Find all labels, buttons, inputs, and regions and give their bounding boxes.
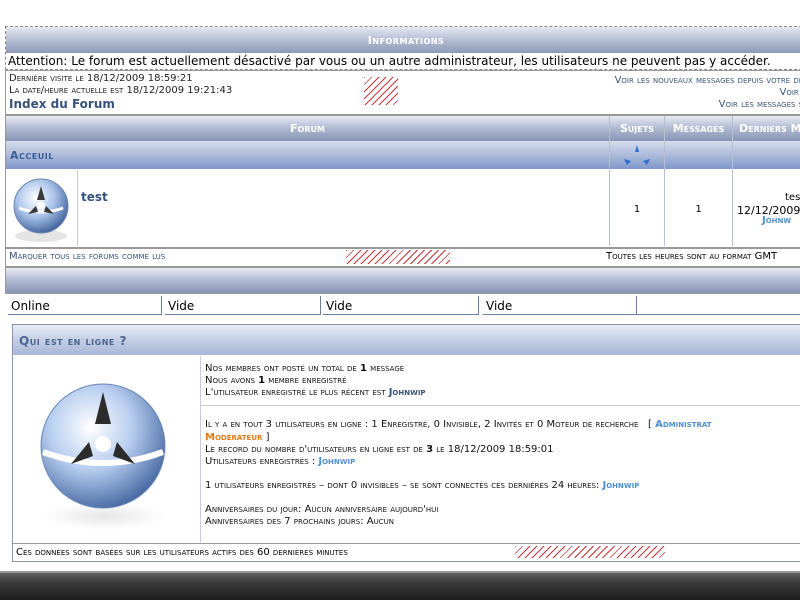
- last-post-title[interactable]: tes: [733, 192, 800, 203]
- last-post-column-header: Derniers M: [733, 116, 800, 141]
- total-posts-count: 1: [360, 363, 367, 374]
- tab-vide-3[interactable]: Vide: [483, 296, 637, 315]
- mark-read-row: Marquer tous les forums comme lus Toutes…: [5, 248, 800, 267]
- visit-info-row: Dernière visite le 18/12/2009 18:59:21 L…: [5, 70, 800, 115]
- newest-member-label: L'utilisateur enregistré le plus récent …: [205, 387, 386, 398]
- forum-column-header: Forum: [6, 116, 609, 141]
- registered-users-label: Utilisateurs enregistrés :: [205, 456, 316, 467]
- who-is-online-title: Qui est en ligne ?: [19, 334, 127, 348]
- last-visit-text: Dernière visite le 18/12/2009 18:59:21: [9, 73, 193, 84]
- decorative-hatch: [515, 546, 665, 558]
- legend-moderator[interactable]: Modérateur: [205, 432, 262, 443]
- category-row: Acceuil: [6, 141, 800, 169]
- record-count: 3: [426, 444, 434, 455]
- online-footer-text: Ces données sont basées sur les utilisat…: [16, 547, 348, 558]
- tab-spacer: [635, 296, 800, 315]
- forum-disabled-message: Attention: Le forum est actuellement dés…: [8, 54, 771, 68]
- column-divider: [664, 116, 665, 246]
- forum-status-cell: [6, 170, 78, 246]
- online-footer: Ces données sont basées sur les utilisat…: [13, 543, 800, 561]
- who-is-online-header: Qui est en ligne ?: [13, 325, 800, 355]
- birthdays-week: Anniversaires des 7 prochains jours: Auc…: [205, 516, 394, 527]
- users-online-line: Il y a en tout 3 utilisateurs en ligne :…: [205, 419, 712, 430]
- registered-user-link[interactable]: Johnwip: [318, 456, 355, 467]
- who-is-online-panel: Qui est en ligne ? Nos membres ont posté…: [12, 324, 800, 562]
- last-post-user[interactable]: Johnw: [762, 215, 791, 226]
- forum-status-icon: [13, 178, 69, 242]
- column-divider: [732, 116, 733, 246]
- new-posts-link[interactable]: Voir les nouveaux messages depuis votre …: [615, 75, 800, 86]
- taskbar-highlight: [0, 571, 800, 573]
- members-count: 1: [258, 375, 266, 386]
- forum-name-link[interactable]: test: [81, 190, 108, 204]
- tab-online[interactable]: Online: [8, 296, 162, 315]
- stats-header-bar: [5, 267, 800, 294]
- registered-users-line: Utilisateurs enregistrés : Johnwip: [205, 456, 355, 467]
- online-sphere-icon: [40, 383, 167, 530]
- information-panel: Informations Attention: Le forum est act…: [5, 26, 800, 70]
- record-label: Le record du nombre d'utilisateurs en li…: [205, 444, 423, 455]
- topics-column-header: Sujets: [610, 116, 664, 141]
- record-line: Le record du nombre d'utilisateurs en li…: [205, 444, 554, 455]
- record-date: le 18/12/2009 18:59:01: [436, 444, 554, 455]
- category-acceuil[interactable]: Acceuil: [10, 149, 54, 162]
- forum-index-link[interactable]: Index du Forum: [9, 97, 115, 111]
- timezone-text: Toutes les heures sont au format GMT: [606, 251, 778, 262]
- last-24h-user-link[interactable]: Johnwip: [603, 480, 640, 491]
- total-posts-line: Nos membres ont posté un total de 1 mess…: [205, 363, 404, 374]
- column-divider: [609, 116, 610, 246]
- stats-tabs: Online Vide Vide Vide: [5, 294, 800, 318]
- divider: [201, 405, 800, 406]
- legend-administrator[interactable]: Administrat: [655, 419, 711, 430]
- mark-all-read-link[interactable]: Marquer tous les forums comme lus: [9, 251, 165, 262]
- newest-member-line: L'utilisateur enregistré le plus récent …: [205, 387, 426, 398]
- birthdays-today: Anniversaires du jour: Aucun anniversair…: [205, 504, 439, 515]
- total-posts-suffix: message: [370, 363, 405, 374]
- unanswered-posts-link[interactable]: Voir les messages sa: [719, 99, 800, 110]
- last-24h-line: 1 utilisateurs enregistrés – dont 0 invi…: [205, 480, 639, 491]
- newest-member-link[interactable]: Johnwip: [389, 387, 426, 398]
- users-online-count: 3: [265, 419, 273, 430]
- forum-table: Forum Sujets Messages Derniers M Acceuil: [5, 115, 800, 248]
- posts-column-header: Messages: [665, 116, 732, 141]
- sort-arrows-icon: [624, 145, 650, 165]
- legend-moderator-line: Modérateur ]: [205, 432, 270, 443]
- current-time-text: La date/heure actuelle est 18/12/2009 19…: [9, 85, 233, 96]
- decorative-hatch: [364, 77, 398, 105]
- users-online-label: Il y a en tout: [205, 419, 263, 430]
- tab-vide-1[interactable]: Vide: [165, 296, 321, 315]
- users-online-breakdown: utilisateurs en ligne : 1 Enregistré, 0 …: [275, 419, 639, 430]
- tab-vide-2[interactable]: Vide: [323, 296, 479, 315]
- decorative-hatch: [346, 250, 450, 264]
- members-suffix: membre enregistré: [268, 375, 347, 386]
- online-icon-cell: [13, 356, 201, 542]
- total-posts-label: Nos membres ont posté un total de: [205, 363, 357, 374]
- forum-posts-count: 1: [695, 204, 702, 215]
- members-line: Nous avons 1 membre enregistré: [205, 375, 347, 386]
- os-taskbar: [0, 571, 800, 600]
- last-24h-label: 1 utilisateurs enregistrés – dont 0 invi…: [205, 480, 600, 491]
- forum-topics-count: 1: [633, 204, 641, 215]
- information-title: Informations: [6, 27, 800, 53]
- members-label: Nous avons: [205, 375, 255, 386]
- my-posts-link[interactable]: Voir m: [780, 87, 800, 98]
